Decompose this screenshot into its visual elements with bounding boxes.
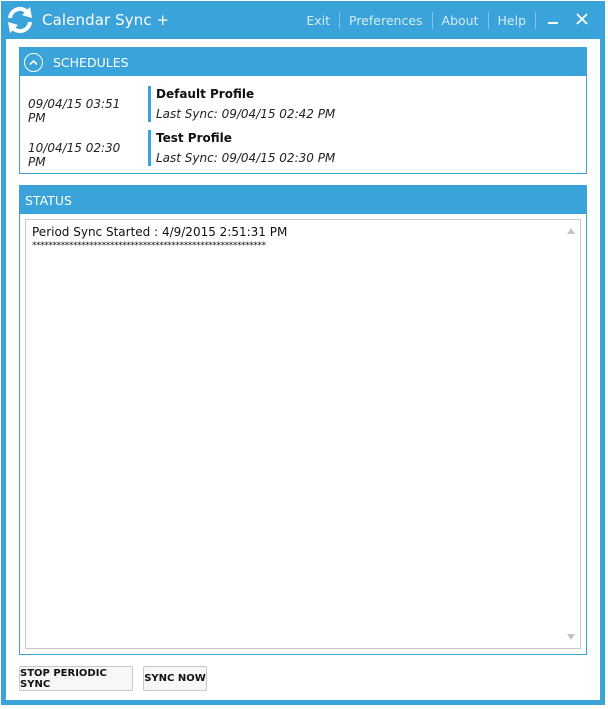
collapse-button[interactable] <box>24 52 43 72</box>
menu-about[interactable]: About <box>433 13 488 28</box>
scroll-down-arrow-icon[interactable] <box>567 634 575 640</box>
title-bar[interactable]: Calendar Sync + Exit Preferences About H… <box>2 2 604 39</box>
main-content: SCHEDULES 09/04/15 03:51 PM Default Prof… <box>6 39 600 700</box>
status-header: STATUS <box>20 186 586 214</box>
schedule-time: 10/04/15 02:30 PM <box>28 141 121 169</box>
menu-divider <box>535 12 536 29</box>
schedule-profile-name: Test Profile <box>156 131 232 145</box>
schedule-accent-bar <box>148 86 151 122</box>
close-button[interactable] <box>570 11 596 31</box>
schedule-profile-name: Default Profile <box>156 87 255 101</box>
schedule-time: 09/04/15 03:51 PM <box>28 97 121 125</box>
minimize-icon <box>548 21 558 24</box>
schedules-header: SCHEDULES <box>20 48 586 76</box>
status-log-line: Period Sync Started : 4/9/2015 2:51:31 P… <box>32 225 288 239</box>
schedule-last-sync: Last Sync: 09/04/15 02:42 PM <box>156 107 336 121</box>
app-title: Calendar Sync + <box>42 11 170 29</box>
app-window: Calendar Sync + Exit Preferences About H… <box>1 1 605 705</box>
status-title: STATUS <box>25 192 72 208</box>
sync-arrows-icon <box>8 6 32 34</box>
sync-now-button[interactable]: SYNC NOW <box>143 666 207 691</box>
menu-bar: Exit Preferences About Help <box>297 2 596 39</box>
scroll-up-arrow-icon[interactable] <box>567 228 575 234</box>
status-panel: STATUS Period Sync Started : 4/9/2015 2:… <box>19 185 587 655</box>
schedules-panel: SCHEDULES 09/04/15 03:51 PM Default Prof… <box>19 47 587 174</box>
schedule-last-sync: Last Sync: 09/04/15 02:30 PM <box>156 151 336 165</box>
menu-help[interactable]: Help <box>489 13 536 28</box>
schedules-title: SCHEDULES <box>53 54 129 70</box>
stop-periodic-sync-button[interactable]: STOP PERIODIC SYNC <box>19 666 133 691</box>
menu-preferences[interactable]: Preferences <box>340 13 432 28</box>
close-icon <box>576 12 588 25</box>
menu-exit[interactable]: Exit <box>297 13 339 28</box>
schedule-accent-bar <box>148 130 151 166</box>
chevron-up-icon <box>29 59 38 65</box>
status-log-line: ****************************************… <box>32 241 266 251</box>
schedule-item[interactable]: 09/04/15 03:51 PM Default Profile Last S… <box>20 84 586 128</box>
status-log[interactable]: Period Sync Started : 4/9/2015 2:51:31 P… <box>25 219 581 649</box>
schedule-item[interactable]: 10/04/15 02:30 PM Test Profile Last Sync… <box>20 128 586 172</box>
minimize-button[interactable] <box>540 11 566 31</box>
